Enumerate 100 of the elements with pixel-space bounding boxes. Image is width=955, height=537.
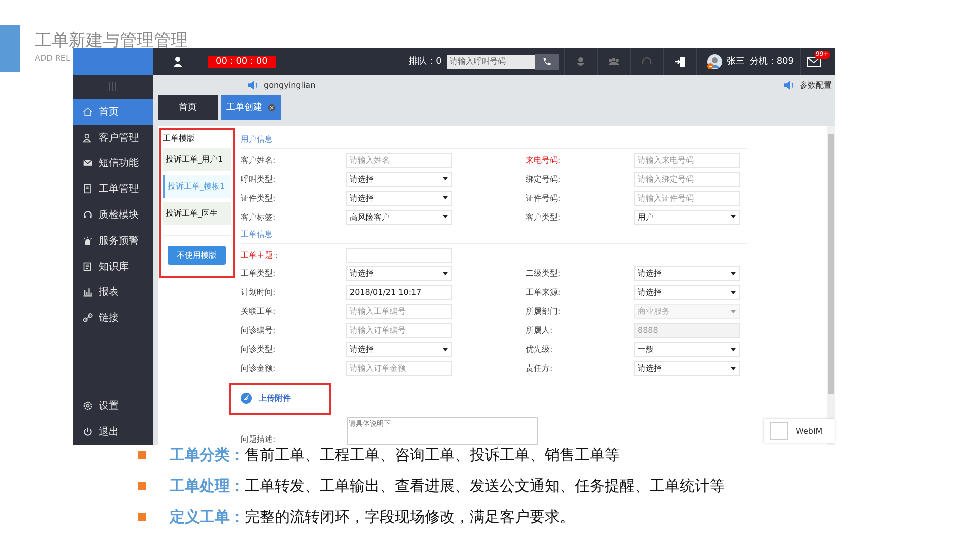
document-icon	[83, 184, 93, 194]
caret-icon	[443, 272, 448, 276]
caret-icon	[443, 196, 448, 200]
caret-icon	[731, 366, 736, 371]
nav-item[interactable]: 服务预警	[73, 228, 153, 254]
input-field[interactable]	[346, 248, 452, 263]
house-icon	[83, 106, 93, 117]
field-label: 计划时间:	[241, 287, 277, 298]
scrollbar[interactable]	[827, 126, 835, 445]
bullet-text: 完整的流转闭环，字段现场修改，满足客户要求。	[245, 508, 575, 526]
dropdown[interactable]: 请选择	[346, 172, 452, 187]
field-label: 工单类型:	[241, 268, 277, 280]
bullet-label: 工单分类：	[170, 446, 245, 464]
accent-bar	[0, 25, 20, 72]
nav-item[interactable]: 工单管理	[73, 176, 153, 202]
dial-button[interactable]	[534, 54, 559, 70]
field-label: 客户标签:	[241, 212, 277, 223]
caret-icon	[731, 348, 736, 352]
field-label: 问诊类型:	[241, 344, 277, 356]
dropdown[interactable]: 请选择	[634, 266, 740, 282]
nav-item[interactable]: 设置	[73, 393, 153, 420]
link-icon	[83, 313, 93, 324]
field-label: 工单主题：	[241, 250, 282, 261]
caret-icon	[443, 177, 448, 182]
queue-count: 排队：0	[409, 56, 442, 68]
account-name: gongyinglian	[264, 80, 316, 90]
call-timer: 00 : 00 : 00	[208, 56, 276, 68]
template-heading: 工单模版	[163, 133, 196, 144]
input-field[interactable]: 请输入证件号码	[634, 190, 740, 206]
dropdown[interactable]: 请选择	[346, 190, 452, 206]
speaker-icon	[247, 80, 260, 90]
dropdown[interactable]: 高风险客户	[346, 210, 452, 225]
speaker-icon	[783, 80, 796, 90]
user-name: 张三	[726, 56, 745, 68]
exit-door-icon[interactable]	[674, 56, 686, 68]
field-label: 问诊编号:	[241, 325, 277, 336]
nav-item[interactable]: 质检模块	[73, 202, 153, 228]
tab[interactable]: 工单创建	[221, 95, 281, 120]
caret-icon	[731, 215, 736, 220]
caret-icon	[731, 310, 736, 314]
nav-item[interactable]: 知识库	[73, 254, 153, 280]
tab[interactable]: 首页	[158, 95, 218, 120]
field-label: 二级类型:	[526, 268, 562, 280]
close-icon[interactable]	[268, 104, 276, 112]
input-field[interactable]: 请输入工单编号	[346, 304, 452, 320]
dropdown[interactable]: 请选择	[634, 361, 740, 376]
field-label: 关联工单:	[241, 306, 277, 318]
nav-item[interactable]: 链接	[73, 305, 153, 332]
slide-title: 工单新建与管理管理	[35, 31, 188, 51]
input-field[interactable]: 请输入订单金额	[346, 361, 452, 376]
section-heading: 用户信息	[241, 132, 747, 149]
avatar-icon[interactable]	[706, 54, 723, 70]
upload-button[interactable]: 上传附件	[241, 393, 291, 404]
caret-icon	[443, 215, 448, 220]
envelope-icon[interactable]	[807, 56, 821, 66]
input-field[interactable]: 请输入绑定号码	[634, 172, 740, 187]
template-item[interactable]: 投诉工单_用户1	[163, 148, 231, 171]
template-item[interactable]: 投诉工单_医生	[163, 202, 231, 225]
call-number-field[interactable]: 请输入呼叫号码	[446, 54, 535, 68]
input-field[interactable]: 请输入来电号码	[634, 152, 740, 168]
bullet-label: 定义工单：	[170, 508, 245, 526]
bullet-text: 工单转发、工单输出、查看进展、发送公文通知、任务提醒、工单统计等	[245, 476, 725, 496]
nav-item[interactable]: 报表	[73, 280, 153, 306]
dropdown[interactable]: 用户	[634, 210, 740, 225]
siren-icon	[83, 236, 93, 246]
caret-icon	[731, 290, 736, 295]
dropdown[interactable]: 请选择	[634, 285, 740, 300]
field-label: 问诊金额:	[241, 363, 277, 374]
field-label: 所属人:	[526, 325, 554, 336]
dropdown[interactable]: 请选择	[346, 266, 452, 282]
bar-chart-icon	[83, 287, 93, 298]
bullet-icon	[138, 482, 146, 490]
nav-item[interactable]: 首页	[73, 99, 153, 125]
envelope-icon	[83, 158, 93, 168]
user-icon[interactable]	[172, 56, 184, 68]
slide-subtitle: ADD REL	[35, 54, 70, 63]
power-icon	[83, 427, 93, 438]
field-label: 工单来源:	[526, 287, 562, 298]
field-label: 问题描述:	[241, 434, 277, 445]
notebook-icon	[83, 262, 93, 272]
group-icon[interactable]	[608, 56, 620, 68]
bullet-text: 售前工单、工程工单、咨询工单、投诉工单、销售工单等	[245, 446, 620, 464]
paperclip-icon	[241, 393, 252, 404]
headset-icon	[83, 210, 93, 220]
field-label: 责任方:	[526, 363, 554, 374]
input-field[interactable]: 请输入订单编号	[346, 323, 452, 338]
webim-widget[interactable]: WebIM	[764, 419, 835, 443]
dropdown[interactable]: 请选择	[346, 342, 452, 358]
input-field[interactable]: 请输入姓名	[346, 152, 452, 168]
input-field[interactable]: 2018/01/21 10:17	[346, 285, 452, 300]
people-icon	[83, 132, 93, 143]
settings-link[interactable]: 参数配置	[800, 80, 832, 90]
field-label: 来电号码:	[526, 154, 562, 166]
field-label: 绑定号码:	[526, 174, 562, 185]
dropdown[interactable]: 一般	[634, 342, 740, 358]
nav-item[interactable]: 短信功能	[73, 150, 153, 176]
nav-item[interactable]: 退出	[73, 419, 153, 445]
nav-item[interactable]: 客户管理	[73, 124, 153, 151]
bullet-icon	[138, 513, 146, 521]
field-label: 证件类型:	[241, 192, 277, 204]
